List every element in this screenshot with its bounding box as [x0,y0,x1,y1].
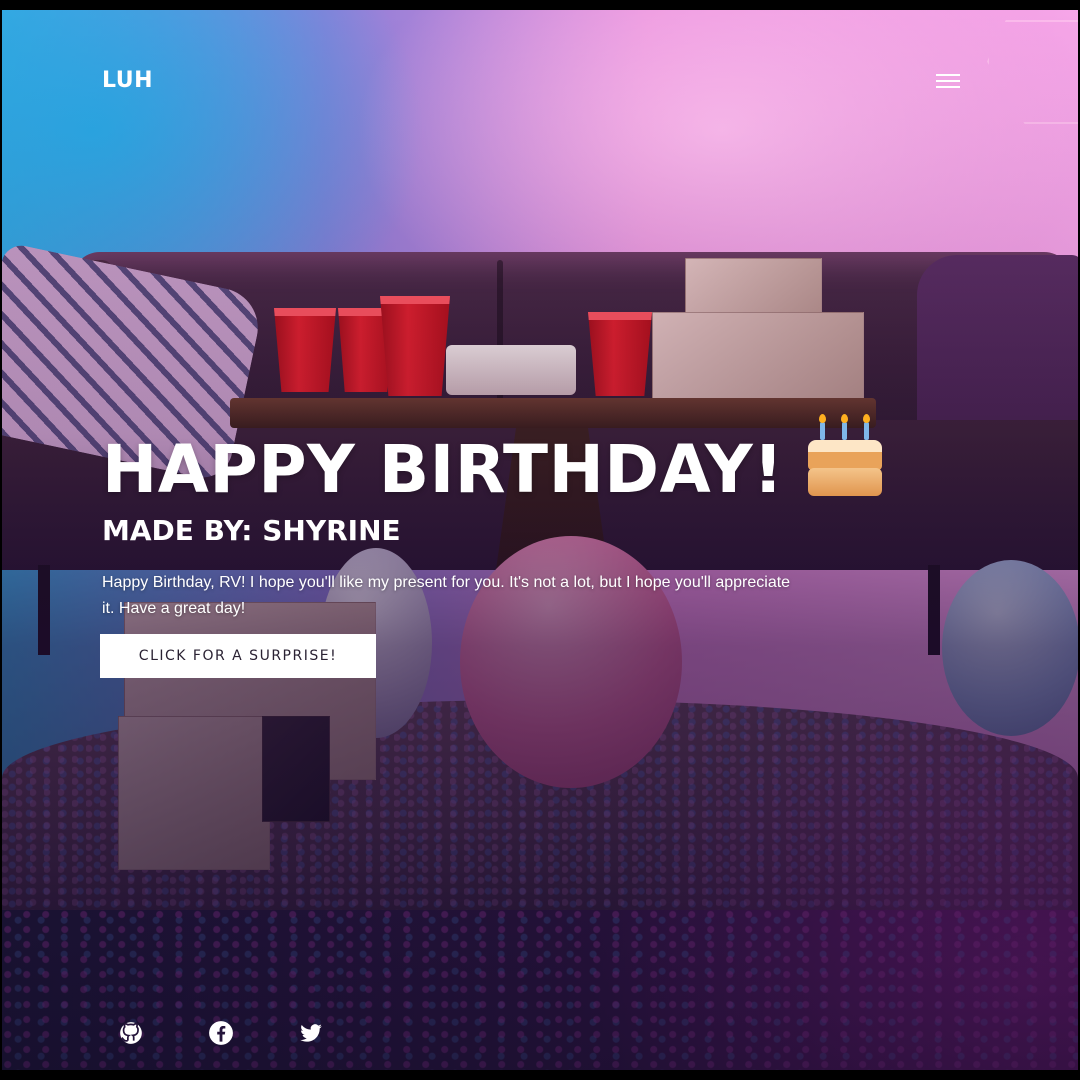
page-frame: LUH HAPPY BIRTHDAY! MADE BY: SHYRINE Hap… [0,0,1080,1080]
page-title: HAPPY BIRTHDAY! [102,414,982,510]
birthday-message: Happy Birthday, RV! I hope you'll like m… [102,574,791,617]
github-icon[interactable] [118,1020,144,1046]
twitter-icon[interactable] [298,1020,324,1046]
surprise-button[interactable]: CLICK FOR A SURPRISE! [100,634,376,678]
birthday-cake-icon [806,414,884,496]
facebook-icon[interactable] [208,1020,234,1046]
hamburger-menu-icon[interactable] [934,70,962,92]
menu-line [936,80,960,82]
hero-section: HAPPY BIRTHDAY! MADE BY: SHYRINE Happy B… [102,414,982,622]
site-logo[interactable]: LUH [102,68,153,93]
menu-line [936,86,960,88]
made-by-subtitle: MADE BY: SHYRINE [102,514,401,547]
menu-line [936,74,960,76]
title-text: HAPPY BIRTHDAY! [102,431,784,508]
